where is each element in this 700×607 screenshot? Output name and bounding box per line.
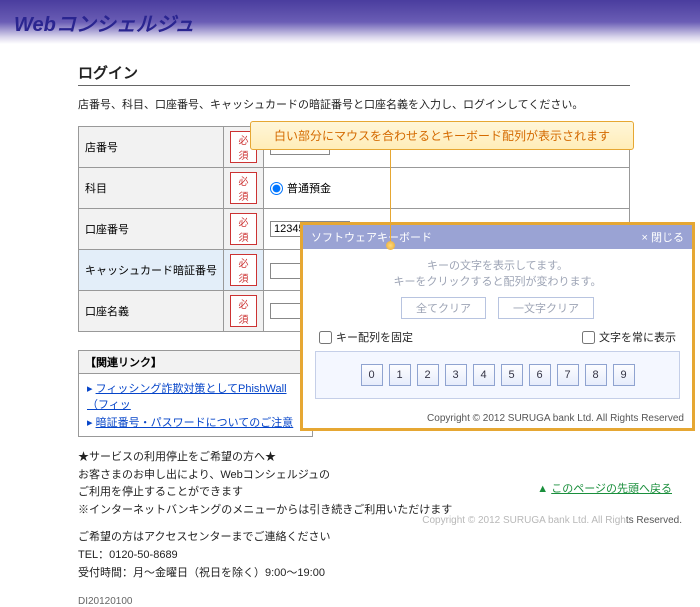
label-account-name: 口座名義	[79, 291, 224, 332]
footer-copyright: Copyright © 2012 SURUGA bank Ltd. All Ri…	[422, 515, 682, 526]
required-badge: 必須	[230, 254, 257, 286]
app-logo: Webコンシェルジュ	[14, 8, 700, 37]
page-id: DI20120100	[78, 596, 630, 607]
back-to-top: このページの先頭へ戻る	[537, 480, 672, 496]
software-keyboard-panel: ソフトウェアキーボード × 閉じる キーの文字を表示してます。 キーをクリックす…	[300, 222, 695, 431]
label-account-no: 口座番号	[79, 209, 224, 250]
skb-message: キーをクリックすると配列が変わります。	[315, 273, 680, 289]
key-button[interactable]: 7	[557, 364, 579, 386]
category-radio-label: 普通預金	[287, 180, 331, 196]
header-band: Webコンシェルジュ	[0, 0, 700, 44]
callout-dot	[386, 241, 395, 250]
label-pin: キャッシュカード暗証番号	[79, 250, 224, 291]
related-links-box: 【関連リンク】 フィッシング詐欺対策としてPhishWall（フィッ 暗証番号・…	[78, 350, 313, 437]
skb-close-button[interactable]: × 閉じる	[642, 229, 684, 245]
key-button[interactable]: 0	[361, 364, 383, 386]
key-button[interactable]: 4	[473, 364, 495, 386]
key-button[interactable]: 5	[501, 364, 523, 386]
category-radio[interactable]	[270, 182, 283, 195]
label-category: 科目	[79, 168, 224, 209]
key-button[interactable]: 1	[389, 364, 411, 386]
callout-connector	[390, 142, 391, 242]
skb-copyright: Copyright © 2012 SURUGA bank Ltd. All Ri…	[303, 407, 692, 428]
clear-one-button[interactable]: 一文字クリア	[498, 297, 594, 319]
label-store-no: 店番号	[79, 127, 224, 168]
page-title: ログイン	[78, 62, 630, 86]
clear-all-button[interactable]: 全てクリア	[401, 297, 486, 319]
key-button[interactable]: 2	[417, 364, 439, 386]
keypad: 0 1 2 3 4 5 6 7 8 9	[315, 351, 680, 399]
fix-layout-checkbox[interactable]: キー配列を固定	[319, 329, 413, 345]
tooltip-callout: 白い部分にマウスを合わせるとキーボード配列が表示されます	[250, 121, 634, 150]
related-link-item: フィッシング詐欺対策としてPhishWall（フィッ	[87, 379, 304, 413]
related-links-title: 【関連リンク】	[79, 351, 312, 374]
skb-title-text: ソフトウェアキーボード	[311, 229, 432, 245]
key-button[interactable]: 3	[445, 364, 467, 386]
required-badge: 必須	[230, 213, 257, 245]
skb-message: キーの文字を表示してます。	[315, 257, 680, 273]
intro-text: 店番号、科目、口座番号、キャッシュカードの暗証番号と口座名義を入力し、ログインし…	[78, 96, 630, 112]
key-button[interactable]: 6	[529, 364, 551, 386]
required-badge: 必須	[230, 295, 257, 327]
always-show-checkbox[interactable]: 文字を常に表示	[582, 329, 676, 345]
related-link-item: 暗証番号・パスワードについてのご注意	[87, 413, 304, 431]
key-button[interactable]: 8	[585, 364, 607, 386]
key-button[interactable]: 9	[613, 364, 635, 386]
required-badge: 必須	[230, 172, 257, 204]
